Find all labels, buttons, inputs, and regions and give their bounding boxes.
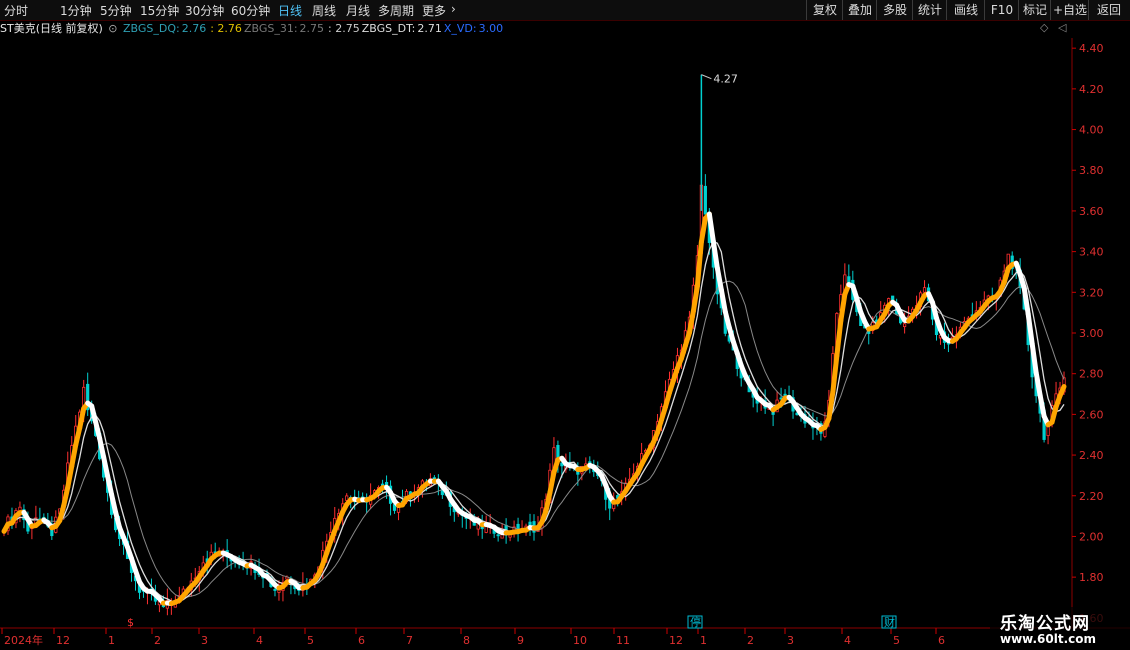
x-tick-label-11: 10 bbox=[573, 634, 587, 647]
event-marker-1: 停 bbox=[690, 615, 701, 629]
y-tick-label-13: 1.80 bbox=[1079, 571, 1104, 584]
candlestick-chart[interactable]: 4.27 4.40 4.20 4.00 3.80 3.60 3.40 3.20 3.00 2.8… bbox=[0, 38, 1130, 650]
period-tab-8[interactable]: 月线 bbox=[346, 2, 370, 19]
legend-value-4: 2.71 bbox=[417, 22, 442, 35]
y-tick-label-2: 4.00 bbox=[1079, 124, 1104, 137]
candle-body-176 bbox=[703, 185, 707, 215]
y-tick-label-6: 3.20 bbox=[1079, 286, 1104, 299]
period-tab-6[interactable]: 日线 bbox=[278, 2, 302, 19]
x-tick-label-3: 2 bbox=[154, 634, 161, 647]
x-tick-label-15: 2 bbox=[747, 634, 754, 647]
x-tick-label-1: 12 bbox=[56, 634, 70, 647]
toolbar-button-1[interactable]: 叠加 bbox=[842, 0, 877, 20]
y-tick-label-11: 2.20 bbox=[1079, 490, 1104, 503]
event-marker-2: 财 bbox=[884, 615, 895, 629]
candle-body-68 bbox=[273, 588, 277, 591]
period-tab-9[interactable]: 多周期 bbox=[378, 2, 414, 19]
period-tab-4[interactable]: 30分钟 bbox=[185, 2, 224, 19]
candle-body-132 bbox=[528, 521, 532, 526]
diamond-icon[interactable]: ◇ bbox=[1040, 21, 1048, 34]
x-tick-label-5: 4 bbox=[256, 634, 263, 647]
x-tick-label-14: 1 bbox=[700, 634, 707, 647]
x-tick-label-12: 11 bbox=[616, 634, 630, 647]
max-price-label: 4.27 bbox=[713, 73, 738, 86]
x-tick-label-16: 3 bbox=[787, 634, 794, 647]
period-tab-2[interactable]: 5分钟 bbox=[100, 2, 132, 19]
toolbar-button-2[interactable]: 多股 bbox=[876, 0, 913, 20]
collapse-icon[interactable]: ◁ bbox=[1058, 21, 1066, 34]
period-tab-7[interactable]: 周线 bbox=[312, 2, 336, 19]
y-tick-label-1: 4.20 bbox=[1079, 83, 1104, 96]
stock-title: ST美克(日线 前复权) bbox=[0, 22, 103, 35]
y-tick-label-5: 3.40 bbox=[1079, 246, 1104, 259]
legend-series-5: X_VD: bbox=[443, 22, 477, 35]
y-tick-label-10: 2.40 bbox=[1079, 449, 1104, 462]
toolbar-button-6[interactable]: 标记 bbox=[1018, 0, 1051, 20]
y-tick-label-7: 3.00 bbox=[1079, 327, 1104, 340]
toolbar-button-3[interactable]: 统计 bbox=[912, 0, 947, 20]
period-tab-1[interactable]: 1分钟 bbox=[60, 2, 92, 19]
x-tick-label-17: 4 bbox=[844, 634, 851, 647]
candle-body-217 bbox=[867, 331, 871, 334]
settings-icon[interactable]: ⊙ bbox=[108, 22, 117, 35]
x-tick-label-13: 12 bbox=[669, 634, 683, 647]
toolbar-button-5[interactable]: F10 bbox=[984, 0, 1019, 20]
legend-value-1: : 2.76 bbox=[210, 22, 242, 35]
legend-value-3: : 2.75 bbox=[328, 22, 360, 35]
candle-body-231 bbox=[922, 287, 927, 293]
more-chevron-icon[interactable]: › bbox=[451, 2, 456, 16]
y-tick-label-9: 2.60 bbox=[1079, 408, 1104, 421]
y-tick-label-12: 2.00 bbox=[1079, 530, 1104, 543]
legend-value-2: 2.75 bbox=[299, 22, 325, 35]
x-tick-label-7: 6 bbox=[358, 634, 365, 647]
toolbar-button-0[interactable]: 复权 bbox=[806, 0, 843, 20]
legend-series-2: ZBGS_31: bbox=[243, 22, 298, 35]
y-tick-label-8: 2.80 bbox=[1079, 368, 1104, 381]
legend-series-0: ZBGS_DQ: bbox=[123, 22, 180, 35]
legend-series-4: ZBGS_DT: bbox=[361, 22, 416, 35]
candle-body-124 bbox=[496, 534, 500, 537]
x-tick-label-9: 8 bbox=[463, 634, 470, 647]
legend-value-0: 2.76 bbox=[181, 22, 207, 35]
period-tab-5[interactable]: 60分钟 bbox=[231, 2, 270, 19]
toolbar-button-7[interactable]: +自选 bbox=[1050, 0, 1089, 20]
toolbar-button-4[interactable]: 画线 bbox=[946, 0, 985, 20]
y-tick-label-4: 3.60 bbox=[1079, 205, 1104, 218]
watermark: 乐淘公式网 www.60lt.com bbox=[990, 607, 1130, 650]
x-tick-label-8: 7 bbox=[406, 634, 413, 647]
toolbar-button-8[interactable]: 返回 bbox=[1088, 0, 1129, 20]
x-tick-label-0: 2024年 bbox=[4, 633, 43, 647]
y-tick-label-0: 4.40 bbox=[1079, 42, 1104, 55]
period-tab-3[interactable]: 15分钟 bbox=[140, 2, 179, 19]
event-marker-0: $ bbox=[127, 616, 134, 629]
candle-body-226 bbox=[903, 323, 907, 328]
x-tick-label-2: 1 bbox=[108, 634, 115, 647]
candle-body-95 bbox=[380, 483, 385, 486]
toolbar: 分时 1分钟 5分钟 15分钟 30分钟 60分钟 日线 周线 月线 多周期 更多 › 复权 叠加 多股 统计… bbox=[0, 0, 1130, 21]
period-tab-0[interactable]: 分时 bbox=[4, 2, 28, 19]
x-tick-label-10: 9 bbox=[517, 634, 524, 647]
x-tick-label-6: 5 bbox=[307, 634, 314, 647]
y-tick-label-3: 3.80 bbox=[1079, 164, 1104, 177]
x-tick-label-19: 6 bbox=[938, 634, 945, 647]
x-tick-label-18: 5 bbox=[893, 634, 900, 647]
period-tab-10[interactable]: 更多 bbox=[422, 2, 446, 19]
indicator-legend: ST美克(日线 前复权) ⊙ ZBGS_DQ: 2.76: 2.76 ZBGS_31… bbox=[0, 20, 1070, 38]
x-tick-label-4: 3 bbox=[201, 634, 208, 647]
legend-value-5: 3.00 bbox=[478, 22, 504, 35]
